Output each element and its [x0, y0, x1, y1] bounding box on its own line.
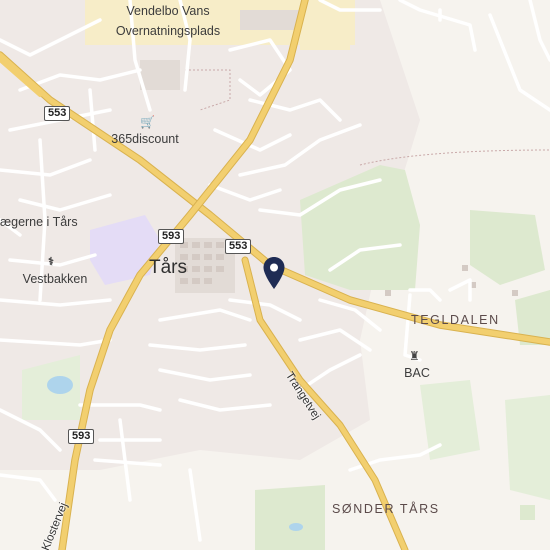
map-view[interactable]: Vendelbo Vans Overnatningsplads 🛒 365dis… — [0, 0, 550, 550]
place-label-laegerne[interactable]: ægerne i Tårs — [0, 215, 78, 229]
district-label-tegldalen: TEGLDALEN — [411, 313, 500, 327]
location-pin-icon[interactable] — [262, 256, 286, 290]
medical-icon[interactable]: ⚕ — [48, 256, 54, 268]
town-label: Tårs — [149, 257, 187, 278]
lake — [47, 376, 73, 394]
place-label-vendelbo-2: Overnatningsplads — [115, 24, 221, 38]
place-label-vestbakken[interactable]: Vestbakken — [23, 272, 88, 286]
building-icon[interactable]: ♜ — [409, 350, 420, 362]
place-label-vendelbo-1: Vendelbo Vans — [126, 4, 210, 18]
place-label-365discount[interactable]: 365discount — [111, 132, 178, 146]
district-label-sonder-tars: SØNDER TÅRS — [332, 502, 440, 516]
route-shield-593: 593 — [158, 229, 185, 244]
shopping-cart-icon[interactable]: 🛒 — [140, 116, 155, 128]
route-shield-553: 553 — [225, 239, 252, 254]
place-label-bac[interactable]: BAC — [404, 366, 430, 380]
route-shield-553: 553 — [44, 106, 71, 121]
route-shield-593: 593 — [68, 429, 95, 444]
